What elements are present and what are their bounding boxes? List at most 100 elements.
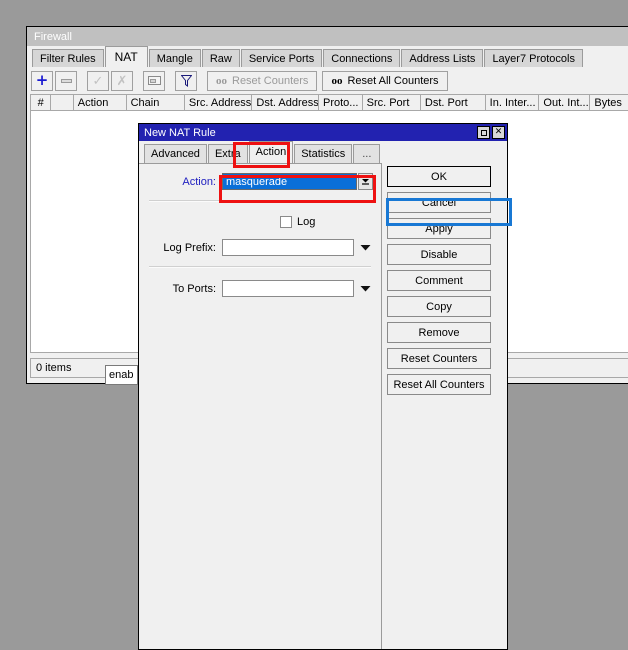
close-button[interactable]: ✕ <box>492 126 505 139</box>
reset-all-counters-button-label: Reset All Counters <box>393 379 484 391</box>
column-header-dst-address[interactable]: Dst. Address <box>251 94 318 111</box>
cancel-button[interactable]: Cancel <box>387 192 491 213</box>
close-icon: ✕ <box>495 128 503 137</box>
tab-connections-label: Connections <box>331 53 392 65</box>
disable-rule-button[interactable]: ✗ <box>111 71 133 91</box>
nat-tab-more[interactable]: ... <box>353 144 380 163</box>
column-header-dst-port-label: Dst. Port <box>425 97 468 109</box>
reset-counters-label: Reset Counters <box>232 75 308 87</box>
nat-tab-statistics[interactable]: Statistics <box>294 144 352 163</box>
nat-tab-advanced[interactable]: Advanced <box>144 144 207 163</box>
filter-button[interactable] <box>175 71 197 91</box>
column-header-dst-address-label: Dst. Address <box>256 97 318 109</box>
tab-raw-label: Raw <box>210 53 232 65</box>
column-header-number[interactable]: # <box>30 94 50 111</box>
tab-filter-rules[interactable]: Filter Rules <box>32 49 104 67</box>
to-ports-dropdown-button[interactable] <box>358 280 373 297</box>
nat-tab-more-label: ... <box>362 148 371 160</box>
column-header-protocol[interactable]: Proto... <box>318 94 362 111</box>
action-input[interactable]: masquerade <box>222 173 357 190</box>
reset-counters-toolbar-button[interactable]: oo Reset Counters <box>207 71 317 91</box>
nat-dialog-title: New NAT Rule <box>144 127 216 139</box>
column-header-out-interface[interactable]: Out. Int... <box>538 94 589 111</box>
firewall-tabstrip: Filter Rules NAT Mangle Raw Service Port… <box>27 46 628 67</box>
column-header-src-port[interactable]: Src. Port <box>362 94 420 111</box>
tab-layer7-protocols[interactable]: Layer7 Protocols <box>484 49 583 67</box>
column-header-chain-label: Chain <box>131 97 160 109</box>
maximize-button[interactable] <box>477 126 490 139</box>
log-prefix-input[interactable] <box>222 239 354 256</box>
filter-funnel-icon <box>181 74 192 87</box>
column-header-action[interactable]: Action <box>73 94 126 111</box>
to-ports-input[interactable] <box>222 280 354 297</box>
log-prefix-dropdown-button[interactable] <box>358 239 373 256</box>
column-header-dst-port[interactable]: Dst. Port <box>420 94 485 111</box>
column-header-flags[interactable] <box>50 94 72 111</box>
background-enabled-box[interactable]: enab <box>105 365 138 385</box>
disable-cross-icon: ✗ <box>117 73 128 89</box>
firewall-titlebar[interactable]: Firewall <box>27 27 628 46</box>
action-value: masquerade <box>226 176 287 188</box>
tab-nat[interactable]: NAT <box>105 46 148 67</box>
comment-icon <box>148 75 161 86</box>
enable-rule-button[interactable]: ✓ <box>87 71 109 91</box>
column-header-src-address[interactable]: Src. Address <box>184 94 252 111</box>
column-header-chain[interactable]: Chain <box>126 94 184 111</box>
tab-service-ports[interactable]: Service Ports <box>241 49 322 67</box>
firewall-column-header: # Action Chain Src. Address Dst. Address… <box>30 94 628 111</box>
tab-address-lists-label: Address Lists <box>409 53 475 65</box>
nat-tab-advanced-label: Advanced <box>151 148 200 160</box>
item-count-label: 0 items <box>36 362 71 374</box>
reset-all-counters-toolbar-button[interactable]: oo Reset All Counters <box>322 71 447 91</box>
background-enabled-label: enab <box>109 369 133 381</box>
disable-button-label: Disable <box>421 249 458 261</box>
remove-rule-button[interactable] <box>55 71 77 91</box>
column-header-src-address-label: Src. Address <box>189 97 251 109</box>
column-header-bytes-label: Bytes <box>594 97 622 109</box>
comment-button[interactable] <box>143 71 165 91</box>
tab-raw[interactable]: Raw <box>202 49 240 67</box>
reset-all-counters-button[interactable]: Reset All Counters <box>387 374 491 395</box>
tab-address-lists[interactable]: Address Lists <box>401 49 483 67</box>
log-label: Log <box>297 216 315 228</box>
form-divider-1 <box>149 200 371 202</box>
column-header-number-label: # <box>38 97 44 109</box>
reset-all-counters-label: Reset All Counters <box>347 75 438 87</box>
action-field-row: Action: masquerade <box>139 173 381 190</box>
column-header-in-interface-label: In. Inter... <box>490 97 536 109</box>
tab-mangle-label: Mangle <box>157 53 193 65</box>
chevron-down-icon <box>360 285 371 292</box>
apply-button[interactable]: Apply <box>387 218 491 239</box>
comment-button-label: Comment <box>415 275 463 287</box>
disable-button[interactable]: Disable <box>387 244 491 265</box>
nat-tab-action[interactable]: Action <box>249 141 294 163</box>
maximize-icon <box>481 130 487 136</box>
reset-all-counters-prefix: oo <box>331 75 342 87</box>
log-checkbox[interactable] <box>280 216 292 228</box>
nat-dialog-button-column: OK Cancel Apply Disable Comment Copy Rem… <box>382 163 507 649</box>
column-header-action-label: Action <box>78 97 109 109</box>
cancel-button-label: Cancel <box>422 197 456 209</box>
column-header-in-interface[interactable]: In. Inter... <box>485 94 539 111</box>
tab-connections[interactable]: Connections <box>323 49 400 67</box>
remove-button[interactable]: Remove <box>387 322 491 343</box>
column-header-bytes[interactable]: Bytes <box>589 94 628 111</box>
action-label: Action: <box>139 176 222 188</box>
copy-button-label: Copy <box>426 301 452 313</box>
nat-tab-action-label: Action <box>256 146 287 158</box>
log-prefix-field-row: Log Prefix: <box>139 239 381 256</box>
ok-button[interactable]: OK <box>387 166 491 187</box>
nat-dialog-titlebar[interactable]: New NAT Rule ✕ <box>139 124 507 141</box>
reset-counters-button[interactable]: Reset Counters <box>387 348 491 369</box>
log-checkbox-row: Log <box>139 214 381 230</box>
action-dropdown-button[interactable] <box>358 173 373 190</box>
nat-tab-extra[interactable]: Extra <box>208 144 248 163</box>
tab-mangle[interactable]: Mangle <box>149 49 201 67</box>
copy-button[interactable]: Copy <box>387 296 491 317</box>
column-header-out-interface-label: Out. Int... <box>543 97 588 109</box>
add-rule-button[interactable]: + <box>31 71 53 91</box>
to-ports-label: To Ports: <box>139 283 222 295</box>
tab-layer7-protocols-label: Layer7 Protocols <box>492 53 575 65</box>
comment-button[interactable]: Comment <box>387 270 491 291</box>
column-header-protocol-label: Proto... <box>323 97 358 109</box>
